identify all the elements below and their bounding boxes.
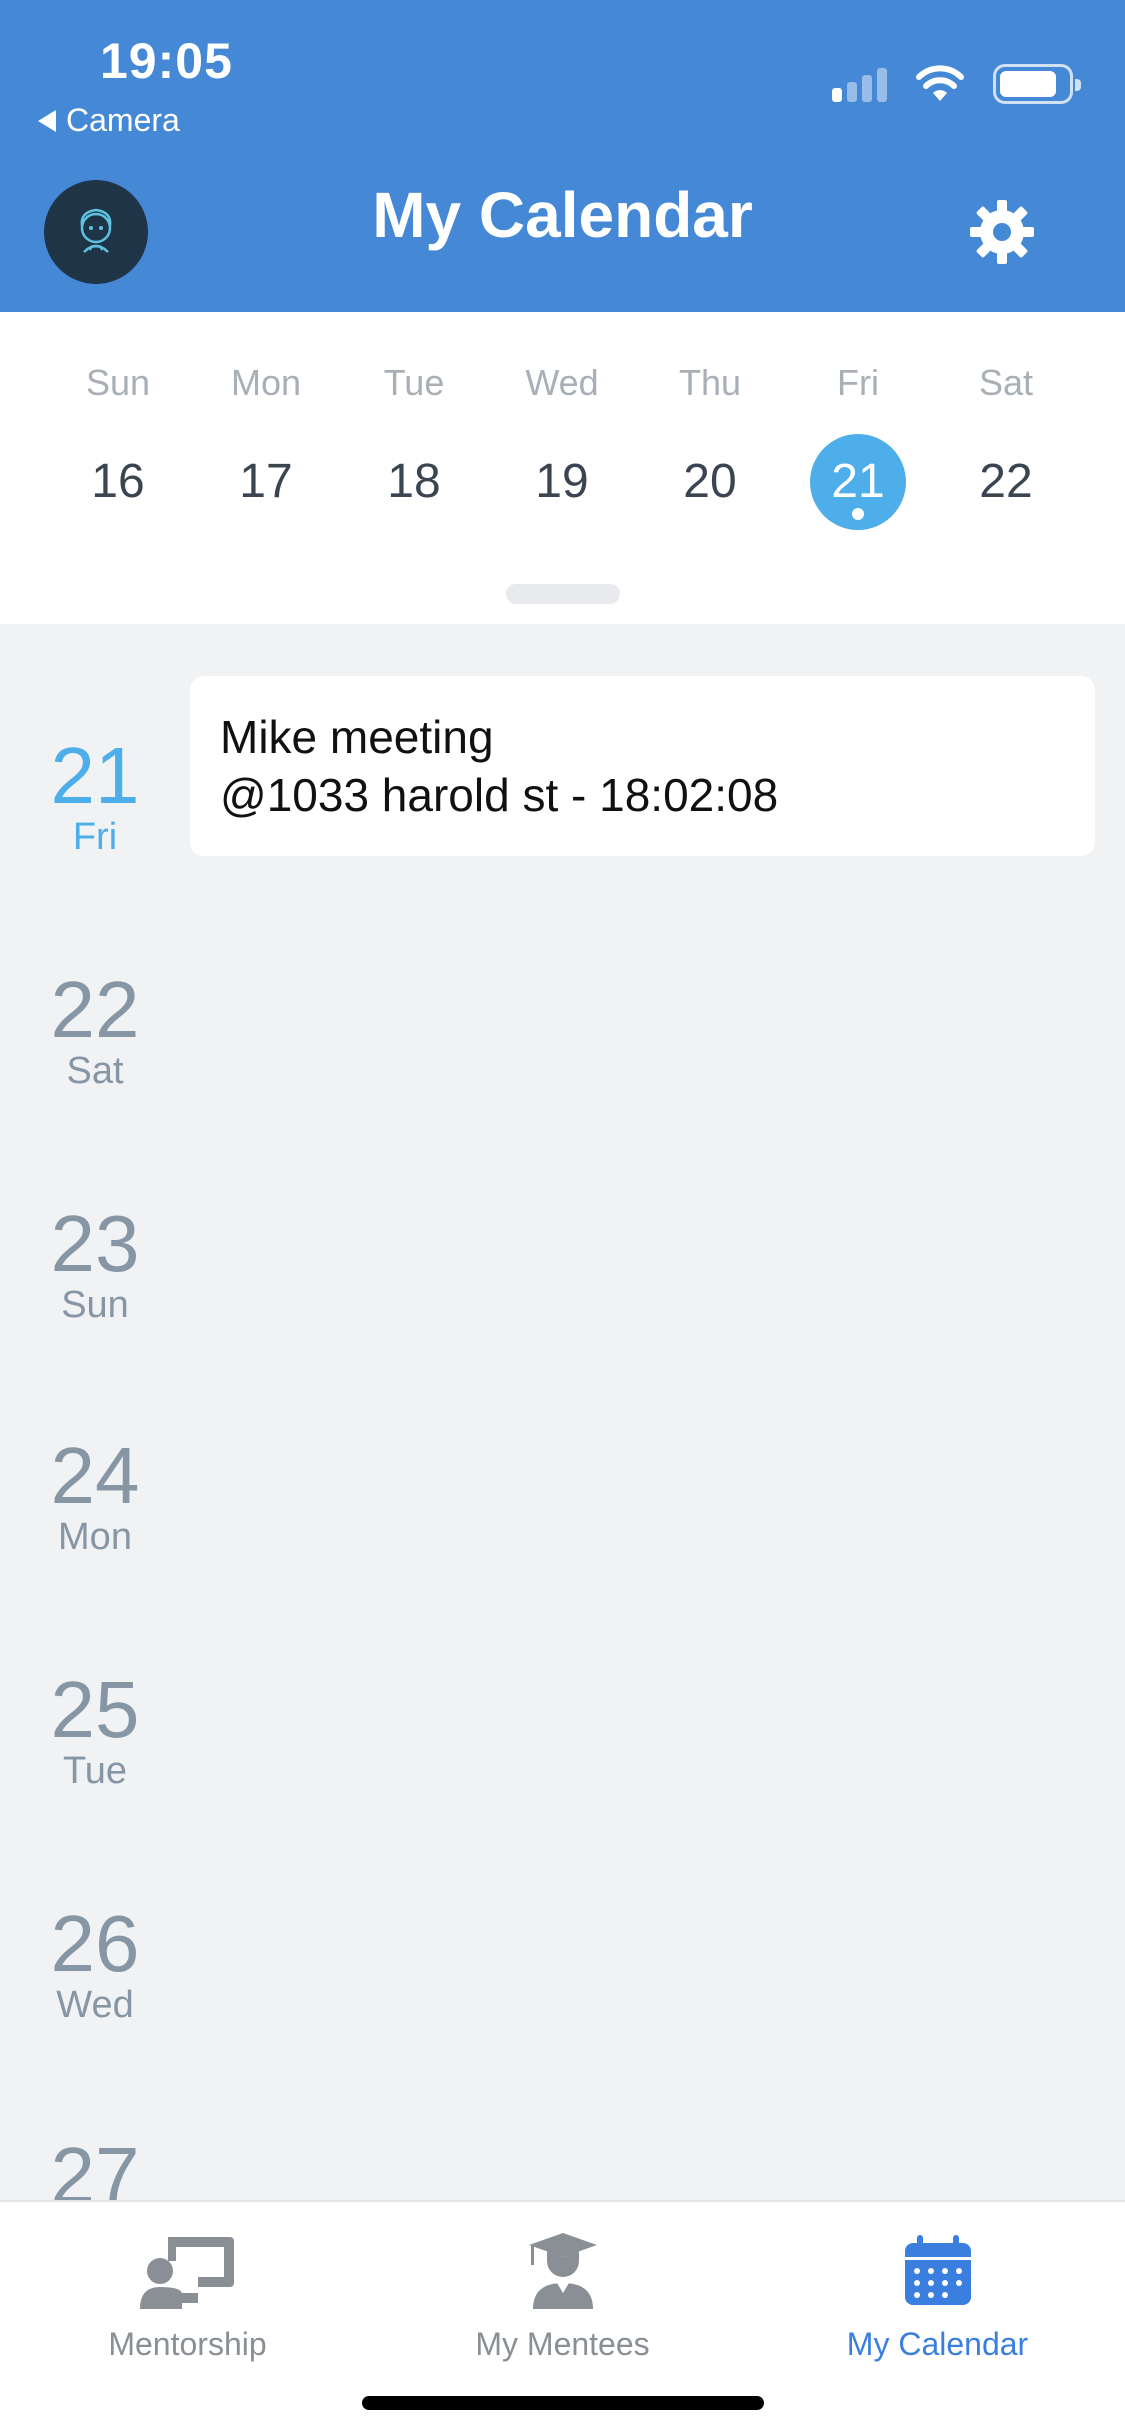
agenda-day-weekday: Sun [61, 1284, 129, 1326]
week-day-number[interactable]: 20 [662, 434, 758, 530]
week-day-name: Sat [978, 362, 1034, 403]
tab-label: My Calendar [846, 2326, 1029, 2362]
agenda-day-weekday: Mon [58, 1516, 132, 1558]
week-day-name: Mon [230, 362, 302, 403]
week-day-number[interactable]: 19 [514, 434, 610, 530]
wifi-icon [916, 65, 964, 101]
calendar-drag-handle[interactable] [506, 584, 620, 604]
week-day-number[interactable]: 17 [218, 434, 314, 530]
status-time: 19:05 [100, 33, 233, 89]
agenda-day-number: 23 [50, 1199, 140, 1288]
agenda-list[interactable]: 21 Fri Mike meeting @1033 harold st - 18… [0, 624, 1125, 2200]
agenda-day-number: 27 [50, 2131, 140, 2201]
agenda-day-weekday: Fri [72, 816, 118, 858]
agenda-day: 27 [0, 2131, 190, 2201]
week-day-number[interactable]: 22 [958, 434, 1054, 530]
agenda-day-today: 21 Fri [0, 731, 190, 859]
week-day-name: Sun [85, 362, 151, 403]
tab-mentorship[interactable]: Mentorship [0, 2216, 375, 2363]
mentorship-icon [139, 2237, 234, 2309]
agenda-day: 25 Tue [0, 1665, 190, 1793]
calendar-icon [904, 2235, 971, 2305]
agenda-day: 22 Sat [0, 965, 190, 1093]
tab-label: Mentorship [108, 2326, 267, 2362]
agenda-day: 23 Sun [0, 1199, 190, 1327]
agenda-day-number: 26 [50, 1899, 140, 1988]
cellular-signal-icon [832, 66, 887, 102]
week-day-number-selected[interactable]: 21 [810, 434, 906, 530]
home-indicator[interactable] [362, 2396, 764, 2410]
header-bar: 19:05 Camera My Calendar [0, 0, 1125, 312]
tab-label: My Mentees [475, 2326, 650, 2362]
week-day-name: Fri [837, 362, 879, 403]
agenda-day-number: 25 [50, 1665, 140, 1754]
tab-my-mentees[interactable]: My Mentees [375, 2216, 750, 2363]
week-strip: Sun 16 Mon 17 Tue 18 Wed 19 Thu 20 Fri 2… [0, 312, 1125, 624]
agenda-day-number: 22 [50, 965, 140, 1054]
battery-icon [993, 64, 1081, 104]
settings-gear-icon[interactable] [966, 196, 1038, 268]
tab-my-calendar[interactable]: My Calendar [750, 2216, 1125, 2363]
page-title: My Calendar [372, 179, 753, 251]
event-card[interactable]: Mike meeting @1033 harold st - 18:02:08 [190, 676, 1095, 856]
week-day-number[interactable]: 18 [366, 434, 462, 530]
back-app-label: Camera [66, 102, 180, 138]
week-day-name: Thu [678, 362, 742, 403]
back-to-app-link[interactable]: Camera [38, 102, 180, 139]
week-day-number[interactable]: 16 [70, 434, 166, 530]
agenda-day: 26 Wed [0, 1899, 190, 2027]
agenda-day-number: 21 [50, 731, 140, 820]
status-icons [832, 64, 1081, 104]
week-day-name: Tue [383, 362, 445, 403]
back-arrow-icon [38, 109, 56, 132]
agenda-day-weekday: Sat [66, 1050, 124, 1092]
graduate-icon [528, 2233, 597, 2309]
agenda-day-number: 24 [50, 1431, 140, 1520]
agenda-day: 24 Mon [0, 1431, 190, 1559]
week-day-name: Wed [525, 362, 599, 403]
agenda-day-weekday: Tue [62, 1750, 128, 1792]
agenda-day-weekday: Wed [56, 1984, 134, 2026]
event-detail: @1033 harold st - 18:02:08 [220, 769, 779, 821]
event-title: Mike meeting [220, 711, 494, 763]
